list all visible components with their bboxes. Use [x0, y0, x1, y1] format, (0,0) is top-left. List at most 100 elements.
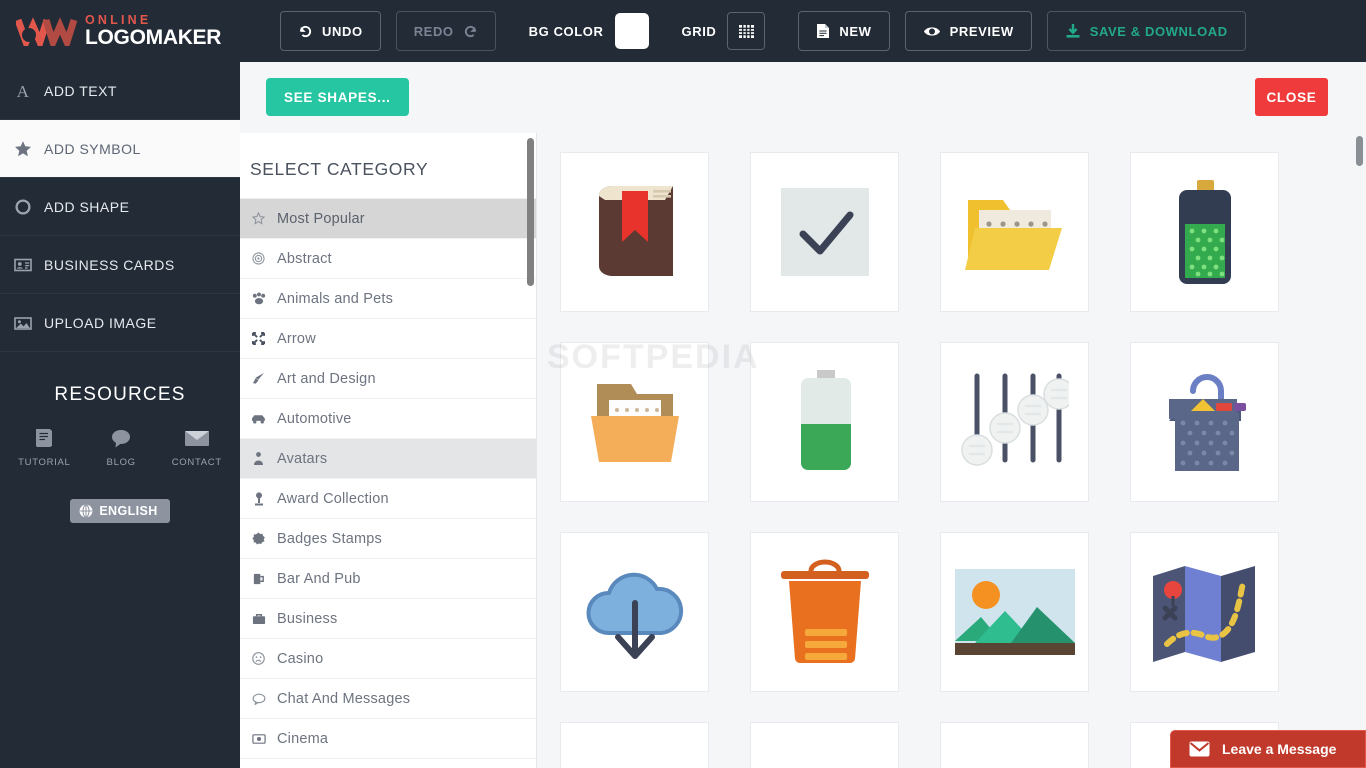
equalizer-sliders-symbol	[960, 373, 1069, 466]
category-item-chat-and-messages[interactable]: Chat And Messages	[240, 679, 536, 719]
toolbar-buttons: UNDO REDO BG COLOR GRID NEW PREVIEW SAVE…	[240, 0, 1246, 62]
logo-online-text: ONLINE	[85, 12, 152, 27]
landscape-photo-symbol	[954, 569, 1075, 655]
leave-a-message-widget[interactable]: Leave a Message	[1170, 730, 1366, 768]
symbol-cell-cards[interactable]	[940, 722, 1089, 768]
category-item-most-popular[interactable]: Most Popular	[240, 199, 536, 239]
symbol-cell-shopping-bag[interactable]	[1130, 342, 1279, 502]
star-icon	[15, 140, 31, 156]
preview-label: PREVIEW	[949, 23, 1014, 39]
sidebar-item-add-shape[interactable]: ADD SHAPE	[0, 178, 240, 236]
person-icon	[250, 451, 267, 466]
svg-text:A: A	[17, 82, 30, 100]
tent-symbol	[580, 762, 690, 768]
bg-color-label: BG COLOR	[528, 23, 604, 39]
sidebar-label: ADD TEXT	[44, 82, 117, 99]
category-label: Arrow	[277, 330, 316, 347]
symbol-cell-equalizer[interactable]	[940, 342, 1089, 502]
category-item-avatars[interactable]: Avatars	[240, 439, 536, 479]
language-selector[interactable]: ENGLISH	[70, 499, 170, 523]
chat-label: Leave a Message	[1222, 741, 1337, 757]
bg-color-swatch[interactable]	[614, 13, 649, 49]
globe-icon	[79, 504, 93, 518]
symbol-cell-battery-half[interactable]	[750, 342, 899, 502]
resource-label: BLOG	[106, 457, 136, 468]
symbol-grid-scrollbar[interactable]	[1356, 136, 1363, 166]
grid-toggle-button[interactable]	[727, 12, 766, 50]
folder-files-symbol	[590, 384, 679, 462]
resource-tutorial[interactable]: TUTORIAL	[18, 426, 70, 468]
checkmark-symbol	[780, 188, 869, 276]
symbol-cell-desk[interactable]	[750, 722, 899, 768]
book-icon	[36, 429, 53, 447]
sidebar-item-business-cards[interactable]: BUSINESS CARDS	[0, 236, 240, 294]
chat-icon	[250, 693, 267, 705]
category-item-business[interactable]: Business	[240, 599, 536, 639]
sidebar-item-add-text[interactable]: A ADD TEXT	[0, 62, 240, 120]
category-item-casino[interactable]: Casino	[240, 639, 536, 679]
category-label: Casino	[277, 650, 324, 667]
symbol-cell-cloud-download[interactable]	[560, 532, 709, 692]
casino-icon	[250, 652, 267, 665]
envelope-icon	[184, 431, 209, 446]
briefcase-icon	[250, 613, 267, 625]
category-item-badges-stamps[interactable]: Badges Stamps	[240, 519, 536, 559]
sidebar-label: UPLOAD IMAGE	[44, 314, 157, 331]
resources-section: RESOURCES TUTORIAL BLOG CONTACT ENGLISH	[0, 384, 240, 523]
symbol-cell-map[interactable]	[1130, 532, 1279, 692]
eye-icon	[923, 26, 940, 36]
left-sidebar: A ADD TEXT ADD SYMBOL ADD SHAPE BUSINESS…	[0, 62, 240, 768]
category-label: Chat And Messages	[277, 690, 411, 707]
cloud-download-symbol	[586, 572, 683, 659]
resource-contact[interactable]: CONTACT	[172, 426, 222, 468]
logo-maker-text: LOGOMAKER	[85, 26, 222, 50]
sidebar-item-upload-image[interactable]: UPLOAD IMAGE	[0, 294, 240, 352]
resource-blog[interactable]: BLOG	[107, 426, 136, 468]
panel-header: SEE SHAPES... CLOSE	[240, 62, 1366, 133]
resources-title: RESOURCES	[54, 384, 186, 405]
comment-icon	[112, 430, 131, 448]
undo-button[interactable]: UNDO	[280, 11, 381, 51]
text-icon: A	[17, 82, 30, 100]
symbol-cell-folder-files[interactable]	[560, 342, 709, 502]
see-shapes-button[interactable]: SEE SHAPES...	[266, 78, 409, 116]
category-label: Badges Stamps	[277, 530, 382, 547]
symbol-cell-book[interactable]	[560, 152, 709, 312]
symbol-panel: SEE SHAPES... CLOSE SELECT CATEGORY Most…	[240, 62, 1366, 768]
category-item-bar-and-pub[interactable]: Bar And Pub	[240, 559, 536, 599]
category-label: Bar And Pub	[277, 570, 361, 587]
sidebar-item-add-symbol[interactable]: ADD SYMBOL	[0, 120, 240, 178]
paw-icon	[250, 292, 267, 305]
new-button[interactable]: NEW	[798, 11, 890, 51]
circle-icon	[15, 198, 31, 215]
badge-icon	[250, 532, 267, 545]
undo-icon	[299, 25, 312, 37]
top-toolbar: ONLINE LOGOMAKER UNDO REDO BG COLOR GRID	[0, 0, 1366, 62]
star-outline-icon	[250, 212, 267, 225]
symbol-cell-checkmark[interactable]	[750, 152, 899, 312]
symbol-cell-trash[interactable]	[750, 532, 899, 692]
symbol-cell-folder-open[interactable]	[940, 152, 1089, 312]
preview-button[interactable]: PREVIEW	[904, 11, 1032, 51]
redo-button[interactable]: REDO	[395, 11, 496, 51]
category-item-arrow[interactable]: Arrow	[240, 319, 536, 359]
symbol-cell-battery-full[interactable]	[1130, 152, 1279, 312]
sidebar-label: ADD SHAPE	[44, 198, 130, 215]
category-label: Abstract	[277, 250, 332, 267]
trash-can-symbol	[780, 559, 869, 664]
category-item-automotive[interactable]: Automotive	[240, 399, 536, 439]
close-button[interactable]: CLOSE	[1255, 78, 1328, 116]
save-download-button[interactable]: SAVE & DOWNLOAD	[1046, 11, 1246, 51]
app-logo[interactable]: ONLINE LOGOMAKER	[0, 0, 240, 62]
category-item-abstract[interactable]: Abstract	[240, 239, 536, 279]
category-item-cinema[interactable]: Cinema	[240, 719, 536, 759]
category-scrollbar[interactable]	[527, 138, 534, 286]
symbol-cell-landscape[interactable]	[940, 532, 1089, 692]
category-label: Art and Design	[277, 370, 376, 387]
symbol-cell-tent[interactable]	[560, 722, 709, 768]
category-item-award-collection[interactable]: Award Collection	[240, 479, 536, 519]
category-item-art-and-design[interactable]: Art and Design	[240, 359, 536, 399]
category-item-animals-and-pets[interactable]: Animals and Pets	[240, 279, 536, 319]
category-label: Cinema	[277, 730, 329, 747]
grid-icon	[738, 24, 754, 38]
